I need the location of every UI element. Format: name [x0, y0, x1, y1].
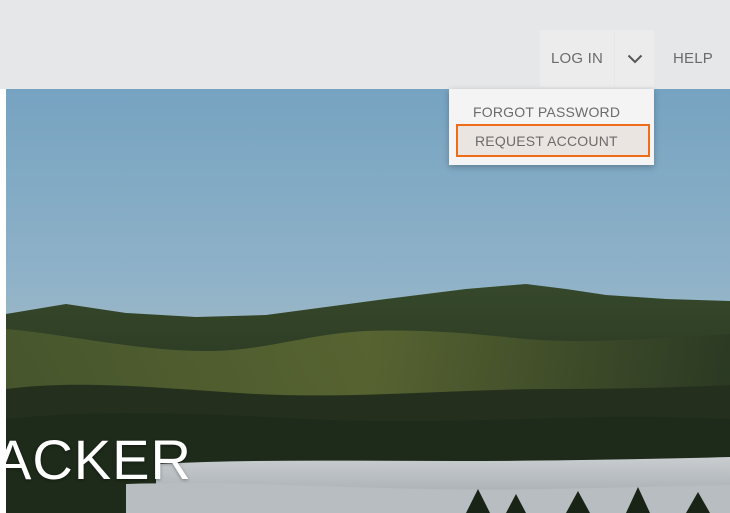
top-navbar: LOG IN HELP: [0, 0, 730, 89]
hero-title: ACKER: [6, 428, 192, 491]
request-account-menu-item[interactable]: REQUEST ACCOUNT: [456, 124, 650, 157]
login-dropdown-toggle[interactable]: [615, 30, 654, 87]
chevron-down-icon: [627, 54, 642, 63]
help-label: HELP: [673, 50, 713, 67]
login-label: LOG IN: [550, 50, 604, 67]
login-dropdown-menu: FORGOT PASSWORD REQUEST ACCOUNT: [449, 89, 654, 165]
page: LOG IN HELP ACKER FORGOT PASSWORD REQUES…: [0, 0, 730, 513]
login-button[interactable]: LOG IN: [540, 30, 614, 87]
help-link[interactable]: HELP: [663, 30, 723, 87]
